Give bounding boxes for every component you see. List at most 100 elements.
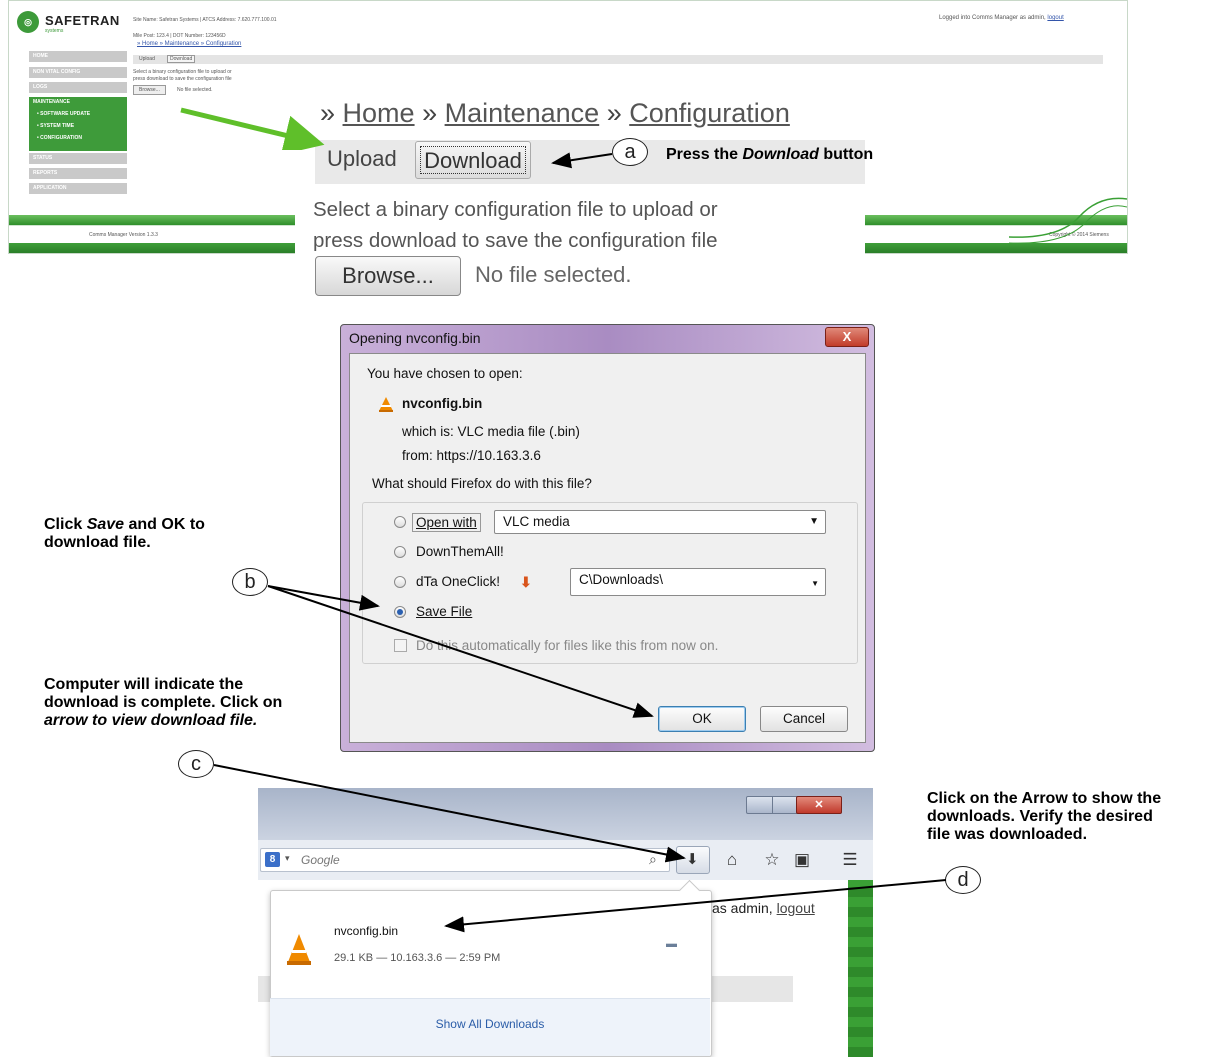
callout-c: c	[178, 750, 214, 778]
chevron-down-icon: ▾	[285, 853, 290, 863]
sidebar-item-home[interactable]: HOME	[29, 51, 127, 62]
tabbar-small: Upload Download	[133, 55, 1103, 64]
sidebar-item-application[interactable]: APPLICATION	[29, 183, 127, 194]
help-text-line-2: press download to save the configuration…	[313, 229, 718, 252]
bookmark-star-icon[interactable]: ☆	[758, 848, 786, 872]
login-text: Logged into Comms Manager as admin,	[939, 15, 1046, 21]
tab-upload[interactable]: Upload	[327, 146, 397, 172]
open-with-select[interactable]: VLC media ▼	[494, 510, 826, 534]
dta-path-select[interactable]: C\Downloads\ ▼	[570, 568, 826, 596]
tab-upload-small[interactable]: Upload	[139, 56, 155, 62]
sidebar-item-configuration[interactable]: • CONFIGURATION	[37, 135, 82, 141]
menu-icon[interactable]: ☰	[836, 848, 864, 872]
search-icon[interactable]: ⌕	[649, 851, 657, 868]
ok-button[interactable]: OK	[658, 706, 746, 732]
search-input[interactable]: 8 ▾ Google ⌕	[260, 848, 670, 872]
home-icon[interactable]: ⌂	[718, 848, 746, 872]
firefox-browser-window: ✕ 8 ▾ Google ⌕ ⬇ ⌂ ☆ ▣ ☰ as admin, logou…	[258, 788, 873, 1057]
logout-link-small[interactable]: logout	[1047, 15, 1063, 21]
firefox-open-dialog: Opening nvconfig.bin X You have chosen t…	[340, 324, 875, 752]
sidebar-item-software-update[interactable]: • SOFTWARE UPDATE	[37, 111, 90, 117]
logo-text: SAFETRAN	[45, 13, 120, 28]
callout-c-text: Computer will indicate the download is c…	[44, 676, 283, 729]
callout-a: a	[612, 138, 648, 166]
logged-as-text: as admin,	[712, 900, 773, 916]
google-icon: 8	[265, 852, 280, 867]
minimize-button[interactable]	[746, 796, 774, 814]
sidebar-item-logs[interactable]: LOGS	[29, 82, 127, 93]
callout-b-text: Click Save and OK to download file.	[44, 516, 205, 551]
no-file-selected-text: No file selected.	[475, 262, 632, 287]
search-placeholder: Google	[301, 853, 340, 867]
dialog-question: What should Firefox do with this file?	[372, 476, 592, 491]
breadcrumb-small[interactable]: » Home » Maintenance » Configuration	[137, 41, 241, 47]
dialog-filename: nvconfig.bin	[402, 396, 483, 411]
site-info: Site Name: Safetran Systems | ATCS Addre…	[133, 17, 277, 23]
download-button[interactable]: Download	[415, 141, 531, 179]
callout-d: d	[945, 866, 981, 894]
sidebar-maintenance-header[interactable]: MAINTENANCE	[33, 99, 70, 105]
radio-open-with[interactable]	[394, 516, 406, 528]
dialog-body: You have chosen to open: nvconfig.bin wh…	[349, 353, 866, 743]
version-text: Comms Manager Version 1.3.3	[89, 232, 158, 238]
mile-info: Mile Post: 123.4 | DOT Number: 123456D	[133, 33, 226, 39]
chevron-down-icon: ▼	[809, 516, 819, 527]
download-arrow-icon: ⬇	[686, 851, 699, 868]
tab-download-small[interactable]: Download	[167, 55, 196, 63]
browse-button[interactable]: Browse...	[315, 256, 461, 296]
download-button-label: Download	[420, 146, 526, 174]
sidebar-group-maintenance[interactable]: MAINTENANCE • SOFTWARE UPDATE • SYSTEM T…	[29, 97, 127, 151]
sidebar-item-system-time[interactable]: • SYSTEM TIME	[37, 123, 74, 129]
callout-b: b	[232, 568, 268, 596]
green-pointer-arrow	[180, 107, 325, 150]
vlc-icon	[287, 934, 311, 965]
browse-button-small[interactable]: Browse...	[133, 85, 166, 95]
breadcrumb-maintenance-link[interactable]: Maintenance	[445, 98, 600, 128]
logo-icon: ◎	[17, 11, 39, 33]
footer-swoosh	[1009, 197, 1127, 244]
folder-icon[interactable]: ▬	[666, 938, 677, 950]
sidebar-item-status[interactable]: STATUS	[29, 153, 127, 164]
help-text-small-1: Select a binary configuration file to up…	[133, 69, 232, 75]
breadcrumb: » Home » Maintenance » Configuration	[320, 98, 790, 128]
dialog-filetype: which is: VLC media file (.bin)	[402, 424, 580, 439]
maximize-button[interactable]	[772, 796, 798, 814]
sidebar-item-reports[interactable]: REPORTS	[29, 168, 127, 179]
window-close-button[interactable]: ✕	[796, 796, 842, 814]
chevron-down-icon: ▼	[811, 579, 819, 588]
downloads-button[interactable]: ⬇	[676, 846, 710, 874]
help-text-small-2: press download to save the configuration…	[133, 76, 232, 82]
show-all-downloads-button[interactable]: Show All Downloads	[270, 1017, 710, 1031]
dialog-close-button[interactable]: X	[825, 327, 869, 347]
radio-downthemall[interactable]	[394, 546, 406, 558]
page-login-status: as admin, logout	[712, 900, 815, 916]
download-meta: 29.1 KB — 10.163.3.6 — 2:59 PM	[334, 952, 501, 964]
save-file-label[interactable]: Save File	[416, 604, 472, 619]
downthemall-label[interactable]: DownThemAll!	[416, 544, 504, 559]
login-status: Logged into Comms Manager as admin, logo…	[939, 15, 1064, 21]
dta-download-icon: ⬇	[520, 574, 532, 590]
dialog-source: from: https://10.163.3.6	[402, 448, 541, 463]
dialog-intro: You have chosen to open:	[367, 366, 523, 381]
download-item[interactable]: nvconfig.bin 29.1 KB — 10.163.3.6 — 2:59…	[270, 908, 710, 998]
zoomed-download-section: » Home » Maintenance » Configuration Upl…	[295, 88, 865, 304]
clipboard-icon[interactable]: ▣	[788, 848, 816, 872]
open-with-label[interactable]: Open with	[412, 513, 481, 532]
show-all-downloads-area: Show All Downloads	[270, 998, 710, 1056]
help-text: Select a binary configuration file to up…	[313, 194, 718, 256]
radio-save-file[interactable]	[394, 606, 406, 618]
breadcrumb-configuration-link[interactable]: Configuration	[629, 98, 790, 128]
dta-oneclick-label[interactable]: dTa OneClick!	[416, 574, 500, 589]
sidebar-item-non-vital-config[interactable]: NON VITAL CONFIG	[29, 67, 127, 78]
download-filename: nvconfig.bin	[334, 924, 399, 938]
cancel-button[interactable]: Cancel	[760, 706, 848, 732]
logout-link[interactable]: logout	[777, 900, 815, 916]
auto-label[interactable]: Do this automatically for files like thi…	[416, 638, 718, 653]
breadcrumb-home-link[interactable]: Home	[343, 98, 415, 128]
help-text-line-1: Select a binary configuration file to up…	[313, 198, 718, 221]
auto-checkbox[interactable]	[394, 639, 407, 652]
callout-a-text: Press the Download button	[666, 146, 874, 163]
radio-dta-oneclick[interactable]	[394, 576, 406, 588]
callout-d-text: Click on the Arrow to show the downloads…	[927, 790, 1162, 843]
logo-subtext: systems	[45, 28, 64, 34]
